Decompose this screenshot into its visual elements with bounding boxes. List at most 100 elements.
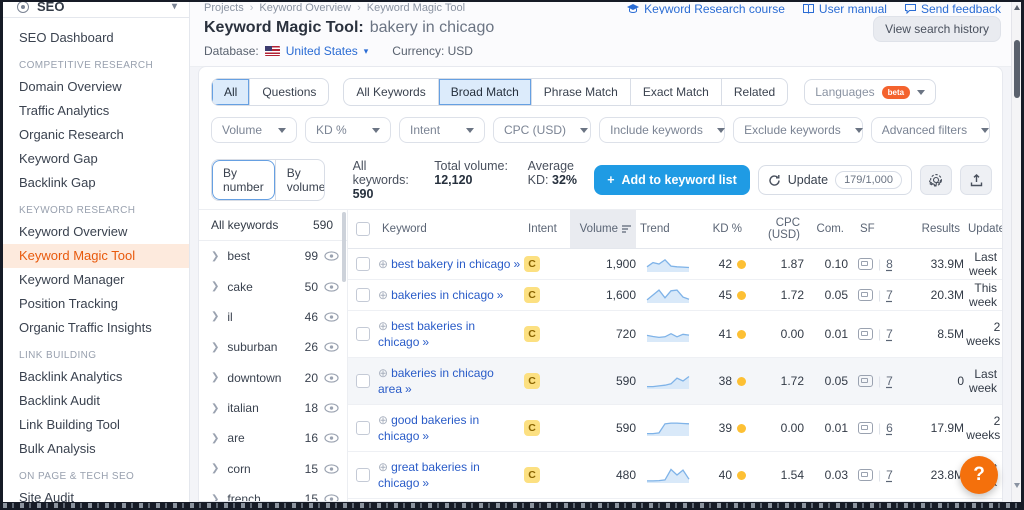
serp-features-count[interactable]: 7 (886, 327, 893, 341)
serp-features-count[interactable]: 7 (886, 468, 893, 482)
sort-toggle-option[interactable]: By volume (275, 160, 325, 200)
add-keyword-icon[interactable]: ⊕ (378, 460, 388, 474)
sidebar-item-seo-dashboard[interactable]: SEO Dashboard (3, 26, 189, 50)
refresh-icon[interactable] (1002, 375, 1003, 388)
filter-dropdown[interactable]: KD % (305, 117, 391, 143)
col-trend[interactable]: Trend (636, 216, 692, 242)
keyword-research-course-link[interactable]: Keyword Research course (627, 2, 785, 14)
sidebar-item-keyword-gap[interactable]: Keyword Gap (3, 147, 189, 171)
filter-dropdown[interactable]: CPC (USD) (493, 117, 591, 143)
filter-dropdown[interactable]: Include keywords (599, 117, 725, 143)
col-results[interactable]: Results (904, 216, 964, 242)
eye-icon[interactable] (324, 251, 339, 261)
sidebar-item-keyword-manager[interactable]: Keyword Manager (3, 268, 189, 292)
row-checkbox[interactable] (356, 421, 370, 435)
add-keyword-icon[interactable]: ⊕ (378, 288, 388, 302)
seo-section-selector[interactable]: SEO ▾ (3, 2, 189, 18)
col-volume[interactable]: Volume (570, 210, 636, 248)
keyword-group-row[interactable]: ❯ are 16 (199, 423, 347, 453)
sidebar-item-backlink-analytics[interactable]: Backlink Analytics (3, 365, 189, 389)
filter-dropdown[interactable]: Intent (399, 117, 485, 143)
add-keyword-icon[interactable]: ⊕ (378, 319, 388, 333)
sidebar-item-keyword-magic-tool[interactable]: Keyword Magic Tool (3, 244, 189, 268)
filter-tab[interactable]: Questions (249, 79, 328, 105)
sidebar-item-position-tracking[interactable]: Position Tracking (3, 292, 189, 316)
chevron-down-icon[interactable]: ▾ (364, 46, 369, 57)
keyword-group-row[interactable]: ❯ suburban 26 (199, 332, 347, 362)
add-keyword-icon[interactable]: ⊕ (378, 366, 388, 380)
row-checkbox[interactable] (356, 257, 370, 271)
keyword-link[interactable]: bakeries in chicago (391, 288, 494, 302)
keyword-group-row[interactable]: ❯ best 99 (199, 241, 347, 271)
row-checkbox[interactable] (356, 374, 370, 388)
serp-features-count[interactable]: 8 (886, 257, 893, 271)
sidebar-item-backlink-audit[interactable]: Backlink Audit (3, 389, 189, 413)
expand-keyword-icon[interactable]: » (497, 288, 504, 302)
eye-icon[interactable] (324, 282, 339, 292)
select-all-checkbox[interactable] (356, 222, 370, 236)
expand-keyword-icon[interactable]: » (422, 476, 429, 490)
add-keyword-icon[interactable]: ⊕ (378, 413, 388, 427)
sidebar-item-domain-overview[interactable]: Domain Overview (3, 75, 189, 99)
keyword-group-row[interactable]: ❯ cake 50 (199, 271, 347, 301)
eye-icon[interactable] (324, 403, 339, 413)
keyword-link[interactable]: bakeries in chicago area (378, 366, 494, 396)
view-search-history-button[interactable]: View search history (873, 16, 1001, 42)
sidebar-item-organic-research[interactable]: Organic Research (3, 123, 189, 147)
col-keyword[interactable]: Keyword (378, 216, 524, 242)
filter-tab[interactable]: All (212, 79, 249, 105)
keyword-group-row[interactable]: ❯ il 46 (199, 302, 347, 332)
keyword-group-row[interactable]: ❯ italian 18 (199, 393, 347, 423)
expand-keyword-icon[interactable]: » (405, 382, 412, 396)
filter-dropdown[interactable]: Volume (211, 117, 297, 143)
groups-scrollbar[interactable] (342, 212, 346, 282)
sidebar-item-site-audit[interactable]: Site Audit (3, 486, 189, 502)
col-updated[interactable]: Updated (964, 216, 1003, 242)
keyword-group-row[interactable]: ❯ corn 15 (199, 454, 347, 484)
eye-icon[interactable] (324, 342, 339, 352)
eye-icon[interactable] (324, 373, 339, 383)
refresh-icon[interactable] (1002, 289, 1003, 302)
sidebar-item-traffic-analytics[interactable]: Traffic Analytics (3, 99, 189, 123)
keyword-group-row[interactable]: ❯ downtown 20 (199, 363, 347, 393)
database-selector[interactable]: United States (286, 44, 358, 58)
scrollbar-thumb[interactable] (1014, 40, 1020, 98)
filter-tab[interactable]: All Keywords (344, 79, 437, 105)
add-to-keyword-list-button[interactable]: + Add to keyword list (594, 165, 750, 195)
sidebar-item-organic-traffic-insights[interactable]: Organic Traffic Insights (3, 316, 189, 340)
sidebar-item-link-building-tool[interactable]: Link Building Tool (3, 413, 189, 437)
sidebar-item-backlink-gap[interactable]: Backlink Gap (3, 171, 189, 195)
breadcrumb-item[interactable]: Projects (204, 2, 244, 14)
col-kd[interactable]: KD % (692, 216, 746, 242)
expand-keyword-icon[interactable]: » (422, 429, 429, 443)
send-feedback-link[interactable]: Send feedback (905, 2, 1001, 14)
help-button[interactable]: ? (960, 456, 998, 494)
expand-keyword-icon[interactable]: » (422, 335, 429, 349)
sort-toggle-option[interactable]: By number (212, 160, 275, 200)
row-checkbox[interactable] (356, 468, 370, 482)
scroll-up-arrow-icon[interactable] (1014, 5, 1020, 10)
breadcrumb-item[interactable]: Keyword Magic Tool (367, 2, 465, 14)
serp-features-count[interactable]: 7 (886, 288, 893, 302)
sidebar-item-keyword-overview[interactable]: Keyword Overview (3, 220, 189, 244)
languages-dropdown[interactable]: Languages beta (804, 79, 936, 105)
filter-dropdown[interactable]: Exclude keywords (733, 117, 863, 143)
sidebar-item-bulk-analysis[interactable]: Bulk Analysis (3, 437, 189, 461)
eye-icon[interactable] (324, 433, 339, 443)
keyword-link[interactable]: best bakery in chicago (391, 257, 510, 271)
eye-icon[interactable] (324, 312, 339, 322)
filter-dropdown[interactable]: Advanced filters (871, 117, 990, 143)
breadcrumb-item[interactable]: Keyword Overview (259, 2, 351, 14)
page-scrollbar[interactable] (1011, 2, 1021, 502)
row-checkbox[interactable] (356, 288, 370, 302)
keyword-group-row[interactable]: ❯ french 15 (199, 484, 347, 502)
table-settings-button[interactable] (920, 165, 952, 195)
col-intent[interactable]: Intent (524, 216, 570, 242)
filter-tab[interactable]: Phrase Match (531, 79, 630, 105)
update-button[interactable]: Update 179/1,000 (758, 165, 912, 195)
add-keyword-icon[interactable]: ⊕ (378, 257, 388, 271)
filter-tab[interactable]: Exact Match (630, 79, 721, 105)
scroll-down-arrow-icon[interactable] (1014, 483, 1020, 488)
refresh-icon[interactable] (1002, 258, 1003, 271)
user-manual-link[interactable]: User manual (803, 2, 887, 14)
